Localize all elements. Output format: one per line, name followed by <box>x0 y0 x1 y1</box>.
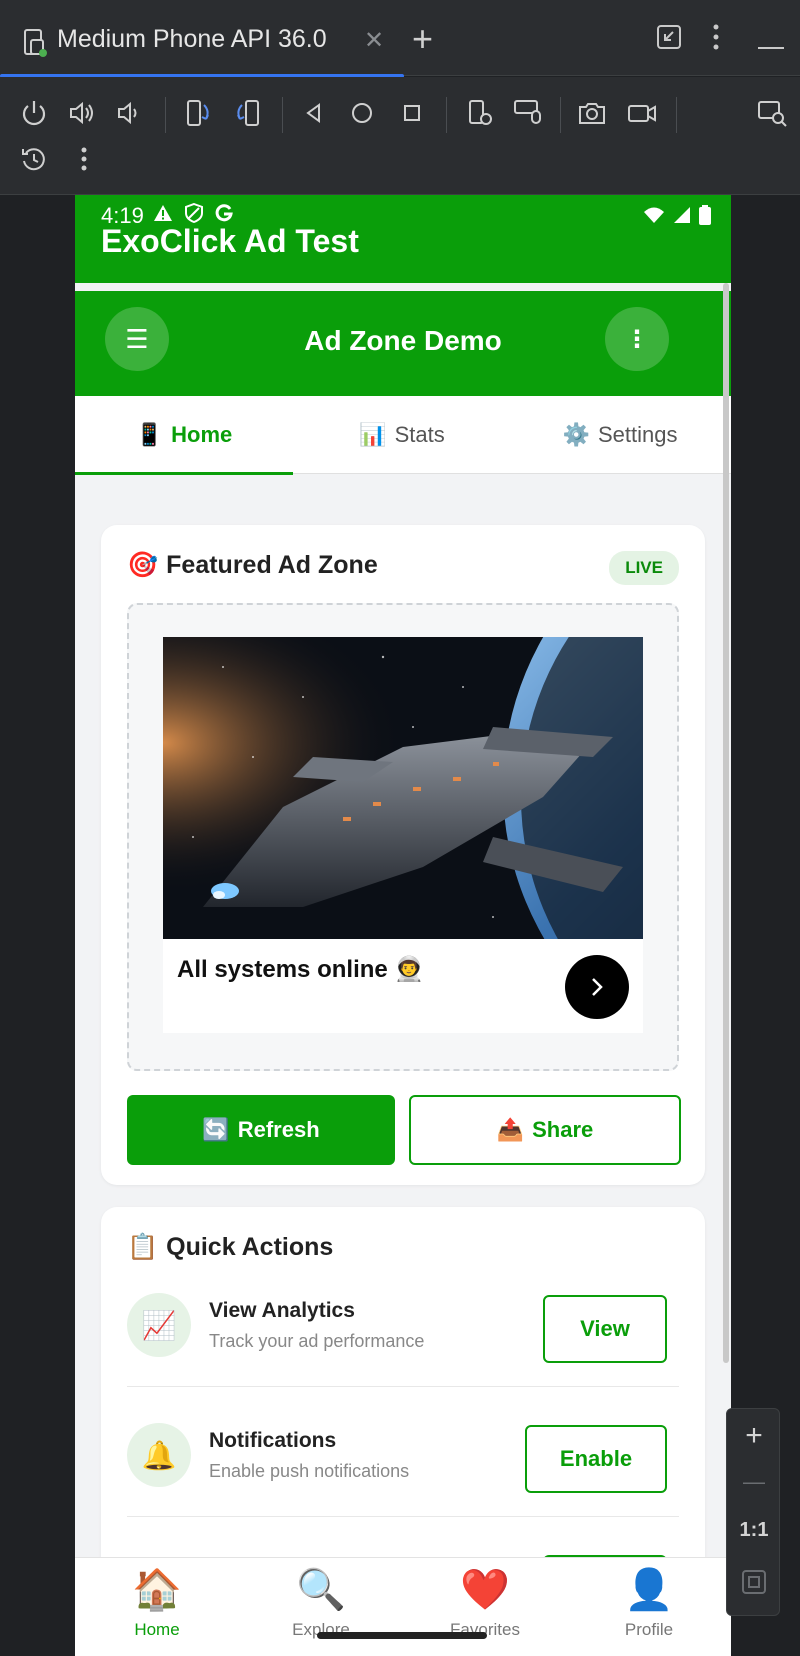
toolbar-overflow-icon[interactable] <box>68 143 100 175</box>
magnifier-icon: 🔍 <box>296 1568 346 1612</box>
add-tab-icon[interactable]: + <box>412 18 433 60</box>
nav-explore[interactable]: 🔍 Explore <box>239 1568 403 1654</box>
ad-zone-container: All systems online 👨‍🚀 <box>127 603 679 1071</box>
device-settings-icon[interactable] <box>464 97 496 129</box>
tab-home[interactable]: 📱 Home <box>75 396 293 475</box>
featured-ad-card: 🎯 Featured Ad Zone LIVE All systems onli… <box>101 525 705 1185</box>
phone-icon: 📱 <box>135 422 164 447</box>
nav-favorites[interactable]: ❤️ Favorites <box>403 1568 567 1654</box>
close-tab-icon[interactable]: ✕ <box>364 26 384 55</box>
tab-label: Home <box>171 422 233 447</box>
tab-stats[interactable]: 📊 Stats <box>293 396 511 474</box>
fit-screen-icon[interactable] <box>727 1569 781 1600</box>
gear-icon: ⚙️ <box>562 422 590 447</box>
volume-up-icon[interactable] <box>66 97 98 129</box>
list-item-title: Notifications <box>209 1429 337 1452</box>
heart-icon: ❤️ <box>460 1568 510 1612</box>
bell-icon: 🔔 <box>127 1423 191 1487</box>
google-g-icon <box>215 204 233 222</box>
minimize-icon[interactable] <box>758 38 784 56</box>
tab-label: Settings <box>597 422 678 447</box>
volume-down-icon[interactable] <box>114 97 146 129</box>
zoom-ratio-button[interactable]: 1:1 <box>727 1519 781 1542</box>
nav-label: Profile <box>624 1620 674 1639</box>
nav-profile[interactable]: 👤 Profile <box>567 1568 731 1654</box>
ad-text: All systems online 👨‍🚀 <box>177 956 425 983</box>
more-menu-button[interactable]: ⋮ <box>605 307 669 371</box>
warning-icon <box>154 205 172 221</box>
zoom-out-button[interactable]: — <box>727 1469 781 1495</box>
app-title: ExoClick Ad Test <box>101 223 359 259</box>
signal-icon <box>674 207 690 223</box>
wifi-icon <box>644 207 664 223</box>
scrollbar[interactable] <box>723 283 729 1363</box>
power-icon[interactable] <box>18 97 50 129</box>
featured-card-header: 🎯 Featured Ad Zone <box>127 551 378 580</box>
gesture-home-indicator[interactable] <box>317 1632 487 1639</box>
home-circle-icon[interactable] <box>346 97 378 129</box>
house-icon: 🏠 <box>132 1568 182 1612</box>
enable-notifications-button[interactable]: Enable <box>525 1425 667 1493</box>
zoom-panel: + — 1:1 <box>726 1408 780 1616</box>
nav-label: Home <box>134 1620 180 1639</box>
view-analytics-button[interactable]: View <box>543 1295 667 1363</box>
bottom-navigation: 🏠 Home 🔍 Explore ❤️ Favorites 👤 Profile <box>75 1557 731 1656</box>
tab-label: Stats <box>394 422 445 447</box>
battery-icon <box>699 205 711 225</box>
keyboard-mouse-icon[interactable] <box>512 95 544 127</box>
live-status-badge: LIVE <box>609 551 679 585</box>
device-icon <box>22 28 48 58</box>
target-icon: 🎯 <box>127 551 159 579</box>
status-system-icons <box>643 205 711 225</box>
back-icon[interactable] <box>298 97 330 129</box>
emulator-tab-bar: Medium Phone API 36.0 ✕ + <box>0 0 800 78</box>
chevron-right-icon <box>592 978 603 996</box>
emulator-toolbar <box>0 77 800 195</box>
display-zoom-icon[interactable] <box>756 97 788 129</box>
ad-footer: All systems online 👨‍🚀 <box>163 939 643 1033</box>
shield-icon <box>185 203 203 223</box>
list-item-subtitle: Track your ad performance <box>209 1331 425 1351</box>
zoom-in-button[interactable]: + <box>727 1419 781 1453</box>
rotate-left-icon[interactable] <box>182 97 214 129</box>
share-label: Share <box>532 1117 594 1142</box>
featured-card-title: Featured Ad Zone <box>166 551 378 579</box>
list-item: 📈 View Analytics Track your ad performan… <box>127 1257 679 1387</box>
share-icon: 📤 <box>496 1117 525 1142</box>
app-bar: ☰ Ad Zone Demo ⋮ <box>75 291 731 396</box>
tab-settings[interactable]: ⚙️ Settings <box>511 396 729 474</box>
ad-next-button[interactable] <box>565 955 629 1019</box>
restore-window-icon[interactable] <box>656 24 682 55</box>
ad-banner-image[interactable] <box>163 637 643 939</box>
device-tab-title[interactable]: Medium Phone API 36.0 <box>57 25 327 54</box>
share-button[interactable]: 📤 Share <box>409 1095 681 1165</box>
refresh-icon: 🔄 <box>202 1117 230 1142</box>
screenshot-camera-icon[interactable] <box>576 97 608 129</box>
chart-up-icon: 📈 <box>127 1293 191 1357</box>
rotate-right-icon[interactable] <box>232 97 264 129</box>
phone-screen: 4:19 ExoClick Ad Test ☰ Ad Zone Demo ⋮ 📱… <box>75 195 731 1656</box>
refresh-label: Refresh <box>237 1117 320 1142</box>
tab-bar: 📱 Home 📊 Stats ⚙️ Settings <box>75 396 731 475</box>
record-video-icon[interactable] <box>626 97 658 129</box>
list-item-title: View Analytics <box>209 1299 355 1322</box>
nav-home[interactable]: 🏠 Home <box>75 1568 239 1654</box>
overview-icon[interactable] <box>396 97 428 129</box>
active-tab-indicator <box>75 472 293 475</box>
list-item: 🔔 Notifications Enable push notification… <box>127 1387 679 1517</box>
status-notification-icons <box>153 203 233 223</box>
refresh-button[interactable]: 🔄 Refresh <box>127 1095 395 1165</box>
more-options-icon[interactable] <box>712 24 720 55</box>
list-item-subtitle: Enable push notifications <box>209 1461 410 1481</box>
person-icon: 👤 <box>624 1568 674 1612</box>
history-icon[interactable] <box>18 143 50 175</box>
bar-chart-icon: 📊 <box>359 422 387 447</box>
status-bar: 4:19 ExoClick Ad Test <box>75 195 731 283</box>
